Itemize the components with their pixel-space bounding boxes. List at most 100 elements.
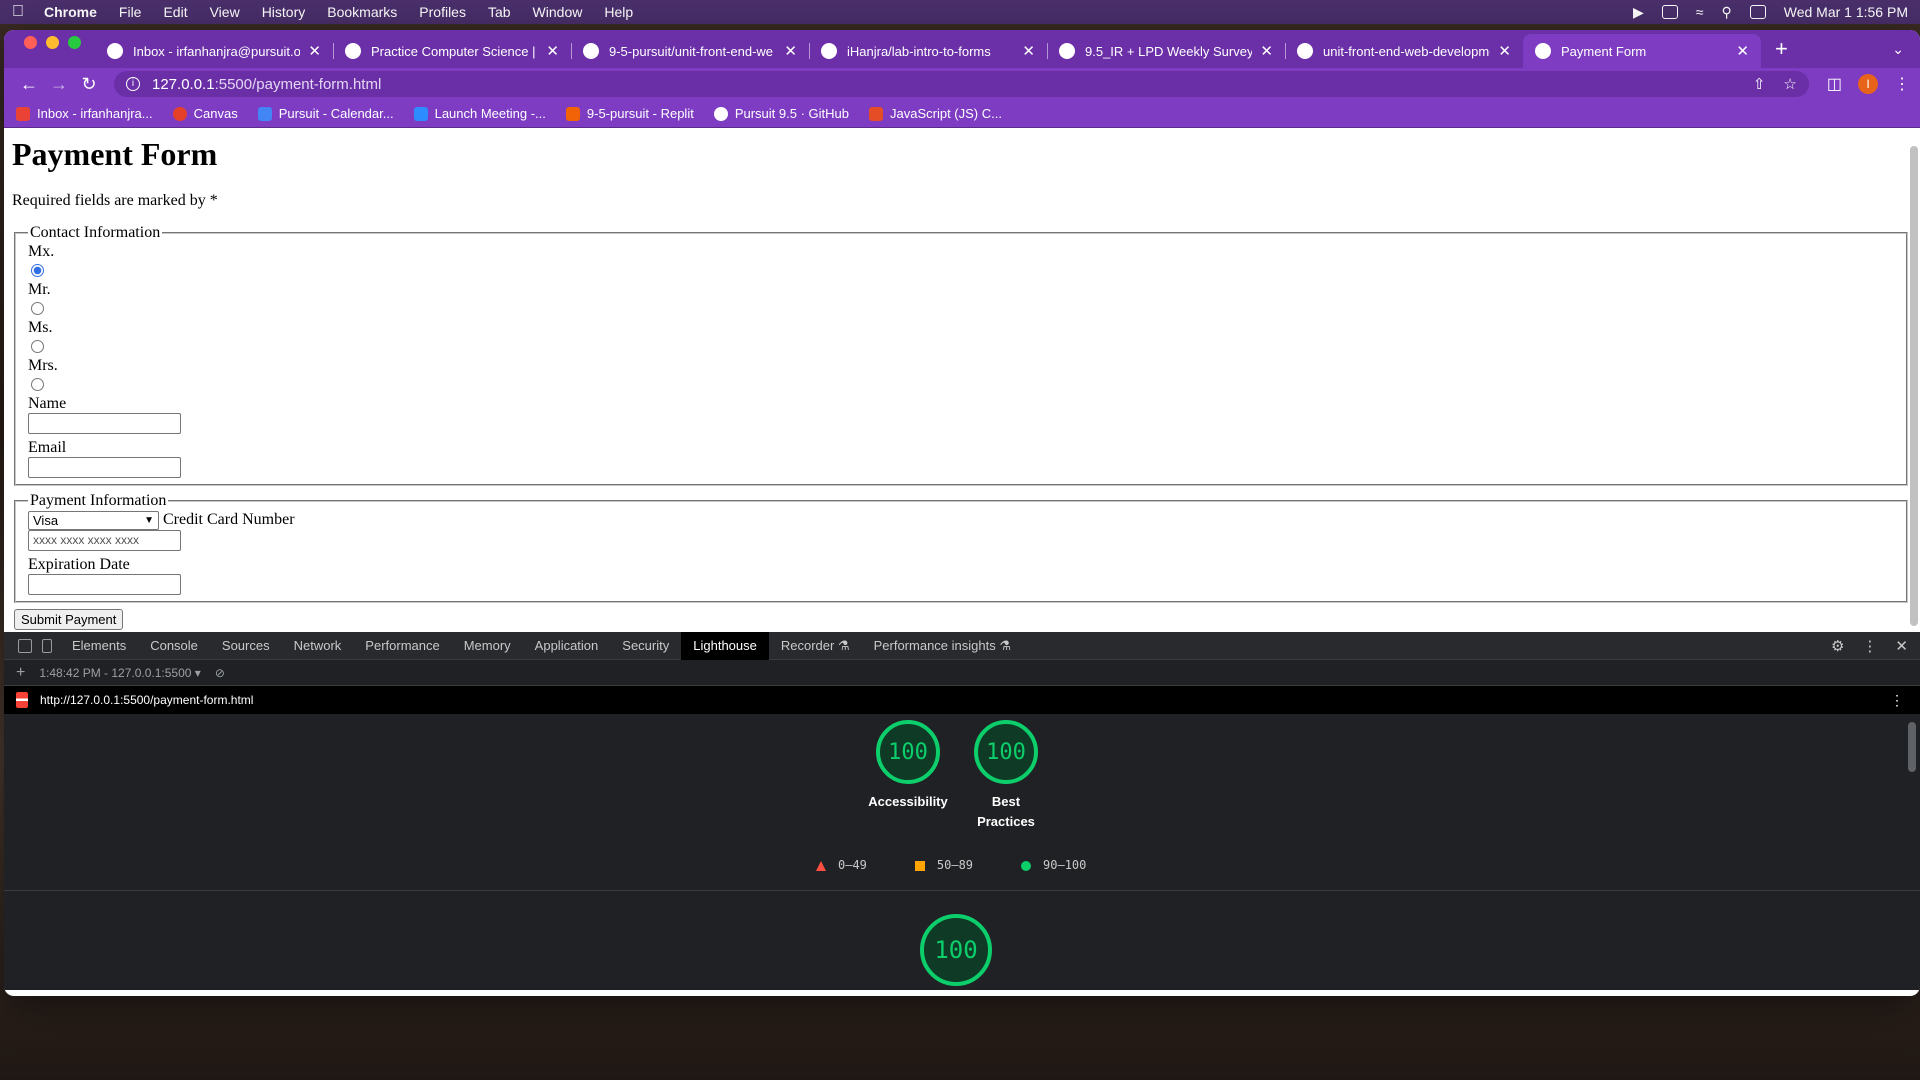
bookmark-label: Pursuit 9.5 · GitHub [734, 106, 849, 121]
radio-mr[interactable] [31, 302, 44, 315]
play-icon[interactable]: ▶ [1633, 4, 1644, 21]
bookmark-github[interactable]: Pursuit 9.5 · GitHub [713, 106, 849, 121]
tab-practice-cs[interactable]: Practice Computer Science | B ✕ [333, 34, 571, 68]
devtools-tab-performance[interactable]: Performance [353, 632, 451, 660]
close-icon[interactable]: ✕ [1260, 42, 1273, 60]
forward-icon[interactable]: → [44, 74, 74, 95]
close-icon[interactable]: ✕ [546, 42, 559, 60]
devtools-tab-application[interactable]: Application [523, 632, 611, 660]
menu-profiles[interactable]: Profiles [419, 4, 466, 20]
battery-icon[interactable] [1661, 5, 1678, 19]
radio-mx[interactable] [31, 264, 44, 277]
accessibility-gauge[interactable]: 100 [876, 720, 940, 784]
bookmark-javascript[interactable]: JavaScript (JS) C... [868, 106, 1002, 121]
close-window-button[interactable] [24, 35, 37, 49]
share-icon[interactable]: ⇧ [1753, 75, 1766, 93]
name-label: Name [28, 395, 67, 412]
menu-window[interactable]: Window [533, 4, 583, 20]
report-divider [4, 890, 1920, 891]
devtools-tab-console[interactable]: Console [138, 632, 210, 660]
back-icon[interactable]: ← [14, 74, 44, 95]
tab-weekly-survey[interactable]: 9.5_IR + LPD Weekly Survey ✕ [1047, 34, 1285, 68]
new-tab-button[interactable]: + [1761, 36, 1802, 68]
address-bar[interactable]: i 127.0.0.1 :5500/payment-form.html ⇧ ☆ [114, 71, 1809, 97]
devtools-tab-network[interactable]: Network [282, 632, 354, 660]
app-menu-chrome[interactable]: Chrome [44, 4, 97, 20]
zoom-window-button[interactable] [68, 35, 81, 49]
required-note: Required fields are marked by * [12, 192, 218, 209]
url-host: 127.0.0.1 [152, 75, 215, 93]
page-scrollbar[interactable] [1910, 146, 1918, 626]
menu-view[interactable]: View [210, 4, 240, 20]
tab-github-unit[interactable]: 9-5-pursuit/unit-front-end-we ✕ [571, 34, 809, 68]
close-icon[interactable]: ✕ [1498, 42, 1511, 60]
site-icon [345, 43, 361, 59]
report-menu-icon[interactable]: ⋮ [1890, 692, 1920, 709]
bookmark-pursuit-calendar[interactable]: Pursuit - Calendar... [257, 106, 394, 121]
menu-edit[interactable]: Edit [163, 4, 187, 20]
contact-fieldset: Contact Information Mx. Mr. Ms. Mrs. Nam… [14, 224, 1908, 486]
card-type-select[interactable]: Visa ▼ [28, 510, 159, 530]
main-score-gauge[interactable]: 100 [920, 914, 992, 986]
bookmarks-bar: Inbox - irfanhanjra... Canvas Pursuit - … [4, 100, 1920, 128]
best-practices-gauge[interactable]: 100 [974, 720, 1038, 784]
tab-search-chevron-icon[interactable]: ⌄ [1876, 41, 1920, 68]
radio-mrs[interactable] [31, 378, 44, 391]
settings-gear-icon[interactable]: ⚙ [1831, 637, 1844, 655]
expiration-input[interactable] [28, 573, 181, 595]
triangle-icon [816, 860, 826, 871]
card-number-input[interactable]: xxxx xxxx xxxx xxxx [28, 529, 181, 551]
status-area: ▶ ≈ ⚲ Wed Mar 1 1:56 PM [1633, 4, 1908, 21]
menu-tab[interactable]: Tab [488, 4, 511, 20]
inspect-element-icon[interactable] [18, 638, 32, 653]
kebab-menu-icon[interactable]: ⋮ [1894, 74, 1910, 94]
site-info-icon[interactable]: i [126, 77, 140, 91]
wifi-off-icon[interactable]: ≈ [1696, 4, 1704, 20]
page-viewport: Payment Form Required fields are marked … [4, 128, 1920, 632]
tab-github-lab[interactable]: iHanjra/lab-intro-to-forms ✕ [809, 34, 1047, 68]
reload-icon[interactable]: ↻ [74, 74, 104, 95]
devtools-tab-memory[interactable]: Memory [452, 632, 523, 660]
devtools-tab-recorder[interactable]: Recorder ⚗ [769, 632, 862, 660]
apple-icon[interactable]:  [12, 3, 24, 21]
bookmark-launch-meeting[interactable]: Launch Meeting -... [413, 106, 546, 121]
bookmark-canvas[interactable]: Canvas [172, 106, 238, 121]
bookmark-inbox[interactable]: Inbox - irfanhanjra... [16, 106, 153, 121]
close-devtools-icon[interactable]: ✕ [1895, 637, 1908, 655]
add-report-icon[interactable]: + [16, 664, 25, 682]
clock-datetime[interactable]: Wed Mar 1 1:56 PM [1784, 4, 1908, 20]
devtools-tab-lighthouse[interactable]: Lighthouse [681, 631, 769, 660]
tab-strip: Inbox - irfanhanjra@pursuit.org ✕ Practic… [4, 30, 1920, 68]
close-icon[interactable]: ✕ [308, 42, 321, 60]
devtools-scrollbar[interactable] [1908, 722, 1916, 772]
tab-github-unit-fewd[interactable]: unit-front-end-web-developme ✕ [1285, 34, 1523, 68]
devtools-tab-performance-insights[interactable]: Performance insights ⚗ [862, 632, 1023, 660]
bookmark-star-icon[interactable]: ☆ [1783, 75, 1796, 93]
radio-ms[interactable] [31, 340, 44, 353]
minimize-window-button[interactable] [46, 35, 59, 49]
bookmark-replit[interactable]: 9-5-pursuit - Replit [565, 106, 694, 121]
submit-payment-button[interactable]: Submit Payment [14, 608, 124, 630]
devtools-tab-elements[interactable]: Elements [60, 632, 138, 660]
email-input[interactable] [28, 457, 181, 478]
report-selector[interactable]: 1:48:42 PM - 127.0.0.1:5500 ▾ [39, 666, 200, 680]
spotlight-search-icon[interactable]: ⚲ [1721, 4, 1731, 21]
name-input[interactable] [28, 413, 181, 434]
tab-inbox[interactable]: Inbox - irfanhanjra@pursuit.org ✕ [95, 34, 333, 68]
device-toolbar-icon[interactable] [42, 638, 52, 653]
close-icon[interactable]: ✕ [1736, 42, 1749, 60]
devtools-tab-security[interactable]: Security [610, 632, 681, 660]
tab-payment-form[interactable]: Payment Form ✕ [1523, 34, 1761, 68]
close-icon[interactable]: ✕ [784, 42, 797, 60]
close-icon[interactable]: ✕ [1022, 42, 1035, 60]
devtools-menu-icon[interactable]: ⋮ [1862, 637, 1877, 655]
control-center-icon[interactable] [1749, 5, 1766, 19]
clear-reports-icon[interactable]: ⊘ [215, 666, 225, 680]
menu-bookmarks[interactable]: Bookmarks [327, 4, 397, 20]
profile-avatar[interactable]: I [1858, 74, 1878, 94]
menu-help[interactable]: Help [604, 4, 633, 20]
side-panel-icon[interactable]: ◫ [1827, 74, 1842, 94]
devtools-tab-sources[interactable]: Sources [210, 632, 282, 660]
menu-file[interactable]: File [119, 4, 142, 20]
menu-history[interactable]: History [262, 4, 306, 20]
